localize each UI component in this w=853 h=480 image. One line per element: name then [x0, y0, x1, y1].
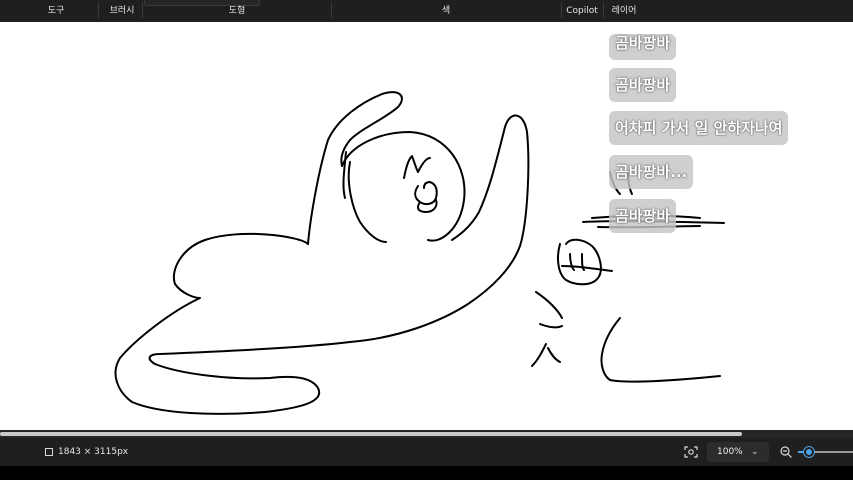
head-outline-stroke: [341, 131, 466, 242]
image-dimensions: 1843 × 3115px: [58, 447, 129, 457]
window-bottom-edge: [0, 466, 853, 480]
freehand-drawing: [114, 91, 725, 415]
copilot-suggestion[interactable]: 어차피 가서 일 안하자나여: [609, 111, 789, 145]
horizontal-scrollbar[interactable]: [0, 430, 853, 438]
tail-lines-stroke: [531, 291, 721, 383]
drawing-canvas[interactable]: 곰바팡바 곰바팡바 어차피 가서 일 안하자나여 곰바팡바... 곰바팡바: [0, 22, 853, 430]
eye-stroke: [557, 238, 602, 286]
ribbon-group-brush: 브러시: [109, 6, 135, 16]
copilot-suggestion[interactable]: 곰바팡바: [609, 199, 677, 233]
head-inner-stroke: [342, 151, 347, 199]
copilot-suggestion[interactable]: 곰바팡바...: [609, 155, 694, 189]
status-bar: 1843 × 3115px 100% ⌄: [0, 438, 853, 466]
fit-to-window-icon[interactable]: [684, 446, 698, 458]
ribbon-group-tools: 도구: [47, 6, 65, 16]
copilot-suggestion[interactable]: 곰바팡바: [609, 34, 677, 60]
head-left-stroke: [347, 161, 387, 243]
eye-lines-stroke: [561, 253, 613, 272]
zoom-slider-thumb[interactable]: [804, 447, 814, 457]
ribbon-divider: [142, 2, 143, 18]
ribbon-group-shapes: 도형: [228, 6, 246, 16]
chevron-down-icon: ⌄: [751, 447, 759, 457]
ribbon-group-copilot: Copilot: [566, 6, 598, 16]
ribbon-group-color: 색: [441, 6, 451, 16]
zoom-level-select[interactable]: 100% ⌄: [707, 442, 769, 462]
zoom-level-value: 100%: [717, 447, 743, 457]
face-mouth-stroke: [414, 181, 438, 206]
copilot-suggestion[interactable]: 곰바팡바: [609, 68, 677, 102]
zoom-out-icon[interactable]: [779, 445, 793, 459]
ribbon-divider: [98, 2, 99, 18]
ribbon-group-layers: 레이어: [611, 6, 637, 16]
left-arm-stroke: [307, 91, 403, 245]
face-m-stroke: [403, 155, 431, 179]
image-dimensions-icon: [45, 448, 53, 456]
scrollbar-thumb[interactable]: [0, 432, 742, 436]
ribbon-group-labels: 도구 브러시 도형 색 Copilot 레이어: [0, 0, 853, 22]
